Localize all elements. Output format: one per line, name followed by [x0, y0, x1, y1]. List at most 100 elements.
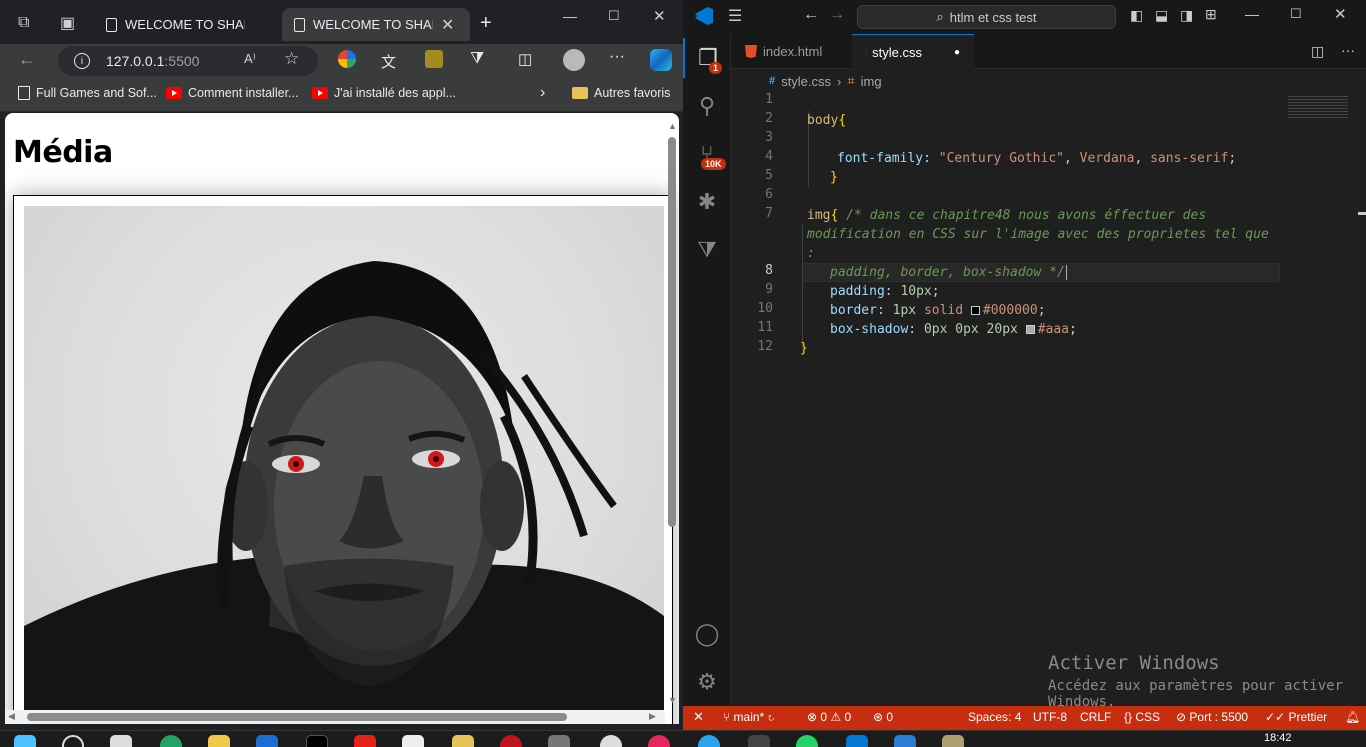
bookmark-item[interactable]: Full Games and Sof... [18, 86, 157, 100]
toggle-sidebar-icon[interactable]: ◧ [1130, 7, 1143, 24]
app-icon[interactable] [894, 735, 916, 747]
extension-globe-icon[interactable] [338, 50, 356, 68]
address-bar[interactable]: i 127.0.0.1:5500 A⁾ ☆ [58, 46, 318, 76]
bookmark-item[interactable]: J'ai installé des appl... [312, 86, 456, 100]
branch-item[interactable]: ⑂ main* ↻ [723, 710, 775, 724]
encoding-item[interactable]: UTF-8 [1033, 710, 1067, 724]
app-icon[interactable] [600, 735, 622, 747]
maximize-icon[interactable]: ☐ [1290, 6, 1302, 22]
scroll-right-icon[interactable]: ▶ [649, 711, 656, 722]
vscode-taskbar-icon[interactable] [846, 735, 868, 747]
color-swatch[interactable] [1025, 325, 1035, 334]
breadcrumb-file[interactable]: style.css [781, 74, 831, 89]
extension-square-icon[interactable] [425, 50, 443, 68]
youtube-app-icon[interactable] [354, 735, 376, 747]
favorite-star-icon[interactable]: ☆ [284, 49, 299, 69]
browser-tab-1[interactable]: WELCOME TO SHARING [94, 8, 280, 41]
workspaces-icon[interactable]: ⧉ [18, 14, 29, 32]
scroll-down-icon[interactable]: ▼ [668, 695, 677, 705]
ports-item[interactable]: ⊛ 0 [873, 710, 893, 724]
info-icon[interactable]: i [74, 53, 90, 69]
color-swatch[interactable] [970, 306, 980, 315]
editor-tab-style-css[interactable]: style.css ● [852, 34, 974, 69]
task-view-icon[interactable] [110, 735, 132, 747]
app-icon[interactable] [648, 735, 670, 747]
line-number: 9 [765, 282, 773, 297]
toggle-panel-icon[interactable]: ⬓ [1155, 7, 1168, 24]
nav-back-icon[interactable]: ← [803, 6, 819, 24]
more-menu-icon[interactable]: ··· [609, 48, 625, 66]
tab-actions-icon[interactable]: ▣ [60, 13, 75, 33]
read-aloud-icon[interactable]: A⁾ [244, 51, 256, 67]
more-actions-icon[interactable]: ··· [1341, 42, 1355, 58]
minimize-icon[interactable]: — [1245, 6, 1259, 22]
editor-tab-index-html[interactable]: index.html [731, 34, 851, 69]
accounts-icon[interactable]: ◯ [683, 614, 731, 654]
unsaved-dot-icon[interactable]: ● [954, 47, 960, 58]
breadcrumb-symbol[interactable]: img [861, 74, 882, 89]
window-close-icon[interactable]: ✕ [653, 7, 666, 25]
app-icon[interactable] [748, 735, 770, 747]
indentation-item[interactable]: Spaces: 4 [968, 710, 1021, 724]
minimap[interactable] [1288, 96, 1348, 120]
app-icon[interactable] [548, 735, 570, 747]
scroll-up-icon[interactable]: ▲ [668, 121, 677, 131]
split-screen-icon[interactable]: ◫ [518, 50, 532, 68]
app-icon[interactable] [500, 735, 522, 747]
scroll-left-icon[interactable]: ◀ [8, 711, 15, 722]
file-explorer-icon[interactable] [208, 735, 230, 747]
toggle-secondary-sidebar-icon[interactable]: ◨ [1180, 7, 1193, 24]
language-item[interactable]: {} CSS [1124, 710, 1160, 724]
profile-avatar[interactable] [563, 49, 585, 71]
live-server-label: Port : 5500 [1189, 710, 1249, 724]
debug-icon[interactable]: ✱ [683, 182, 731, 222]
window-close-icon[interactable]: ✕ [1334, 5, 1347, 23]
hscroll-thumb[interactable] [27, 713, 567, 721]
prettier-item[interactable]: ✓✓ Prettier [1265, 710, 1327, 724]
manage-gear-icon[interactable]: ⚙ [683, 662, 731, 702]
horizontal-scrollbar[interactable]: ◀ ▶ [5, 710, 665, 724]
split-editor-icon[interactable]: ◫ [1311, 43, 1324, 60]
x-app-icon[interactable] [306, 735, 328, 747]
translate-icon[interactable]: 文 [381, 51, 396, 72]
remote-icon[interactable]: ✕ [693, 709, 704, 725]
scroll-thumb[interactable] [668, 137, 676, 527]
code-line-4: font-family: "Century Gothic", Verdana, … [837, 151, 1237, 166]
chevron-right-icon[interactable]: › [540, 84, 545, 102]
search-icon[interactable] [62, 735, 84, 747]
whatsapp-icon[interactable] [796, 735, 818, 747]
minimize-icon[interactable]: — [563, 8, 577, 24]
browser-tab-2[interactable]: WELCOME TO SHARING ✕ [282, 8, 470, 41]
notifications-bell-icon[interactable]: 🔔︎ [1345, 710, 1360, 724]
search-view-icon[interactable]: ⚲ [683, 86, 731, 126]
code-editor[interactable]: 1 2 3 4 5 6 7 8 9 10 11 12 body{ font-fa… [731, 92, 1366, 710]
clock-time[interactable]: 18:42 [1264, 732, 1292, 744]
maximize-icon[interactable]: ☐ [608, 8, 620, 24]
problems-item[interactable]: ⊗ 0 ⚠ 0 [807, 710, 851, 724]
extensions-icon[interactable]: ⧩ [470, 50, 484, 68]
back-icon[interactable]: ← [18, 49, 36, 70]
app-icon[interactable] [452, 735, 474, 747]
customize-layout-icon[interactable]: ⊞ [1205, 6, 1217, 23]
menu-icon[interactable]: ☰ [728, 6, 742, 26]
live-server-item[interactable]: ⊘ Port : 5500 [1176, 710, 1248, 724]
vertical-scrollbar[interactable]: ▲ ▼ [665, 121, 679, 707]
vscode-titlebar: ☰ ← → ⌕ htlm et css test ◧ ⬓ ◨ ⊞ — ☐ ✕ [683, 0, 1366, 34]
source-control-icon[interactable]: ⑂ 10K [683, 134, 731, 174]
app-icon[interactable] [942, 735, 964, 747]
copilot-icon[interactable] [650, 49, 672, 71]
telegram-icon[interactable] [698, 735, 720, 747]
app-icon[interactable] [402, 735, 424, 747]
eol-item[interactable]: CRLF [1080, 710, 1111, 724]
start-icon[interactable] [14, 735, 36, 747]
new-tab-icon[interactable]: + [480, 12, 492, 35]
command-center-search[interactable]: ⌕ htlm et css test [857, 5, 1116, 29]
mail-icon[interactable] [256, 735, 278, 747]
extensions-view-icon[interactable]: ⧩ [683, 230, 731, 270]
bookmark-item[interactable]: Comment installer... [166, 86, 298, 100]
explorer-icon[interactable]: ❐ 1 [683, 38, 731, 78]
nav-forward-icon[interactable]: → [829, 6, 845, 24]
edge-icon[interactable] [160, 735, 182, 747]
close-icon[interactable]: ✕ [441, 15, 454, 35]
other-favorites[interactable]: Autres favoris [572, 86, 670, 100]
